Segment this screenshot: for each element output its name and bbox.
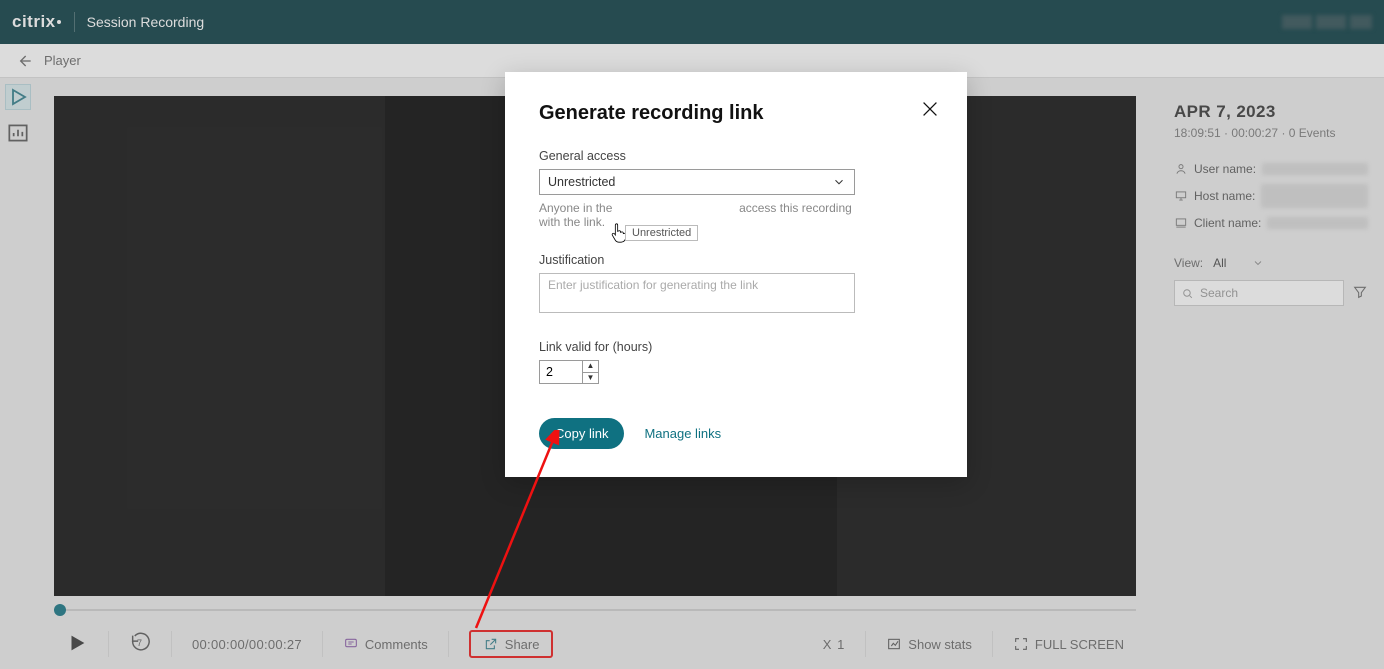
close-button[interactable] <box>919 98 941 123</box>
justification-field: Justification <box>539 253 933 316</box>
general-access-label: General access <box>539 149 933 163</box>
modal-title: Generate recording link <box>539 102 933 125</box>
chevron-down-icon <box>832 175 846 189</box>
select-tooltip: Unrestricted <box>625 225 698 241</box>
link-valid-stepper[interactable]: ▲ ▼ <box>539 360 599 384</box>
link-valid-input[interactable] <box>540 361 582 383</box>
manage-links-button[interactable]: Manage links <box>644 426 721 441</box>
justification-input[interactable] <box>539 273 855 313</box>
general-access-field: General access Unrestricted Anyone in th… <box>539 149 933 229</box>
generate-link-modal: Generate recording link General access U… <box>505 72 967 477</box>
copy-link-button[interactable]: Copy link <box>539 418 624 449</box>
general-access-value: Unrestricted <box>548 175 615 189</box>
link-valid-field: Link valid for (hours) ▲ ▼ <box>539 340 933 384</box>
stepper-down[interactable]: ▼ <box>583 373 598 384</box>
link-valid-label: Link valid for (hours) <box>539 340 933 354</box>
general-access-select[interactable]: Unrestricted <box>539 169 855 195</box>
stepper-up[interactable]: ▲ <box>583 361 598 373</box>
close-icon <box>919 98 941 120</box>
modal-actions: Copy link Manage links <box>539 418 933 449</box>
general-access-help: Anyone in the xxxxxxxxxxxxxxxxxxxx acces… <box>539 201 855 229</box>
justification-label: Justification <box>539 253 933 267</box>
